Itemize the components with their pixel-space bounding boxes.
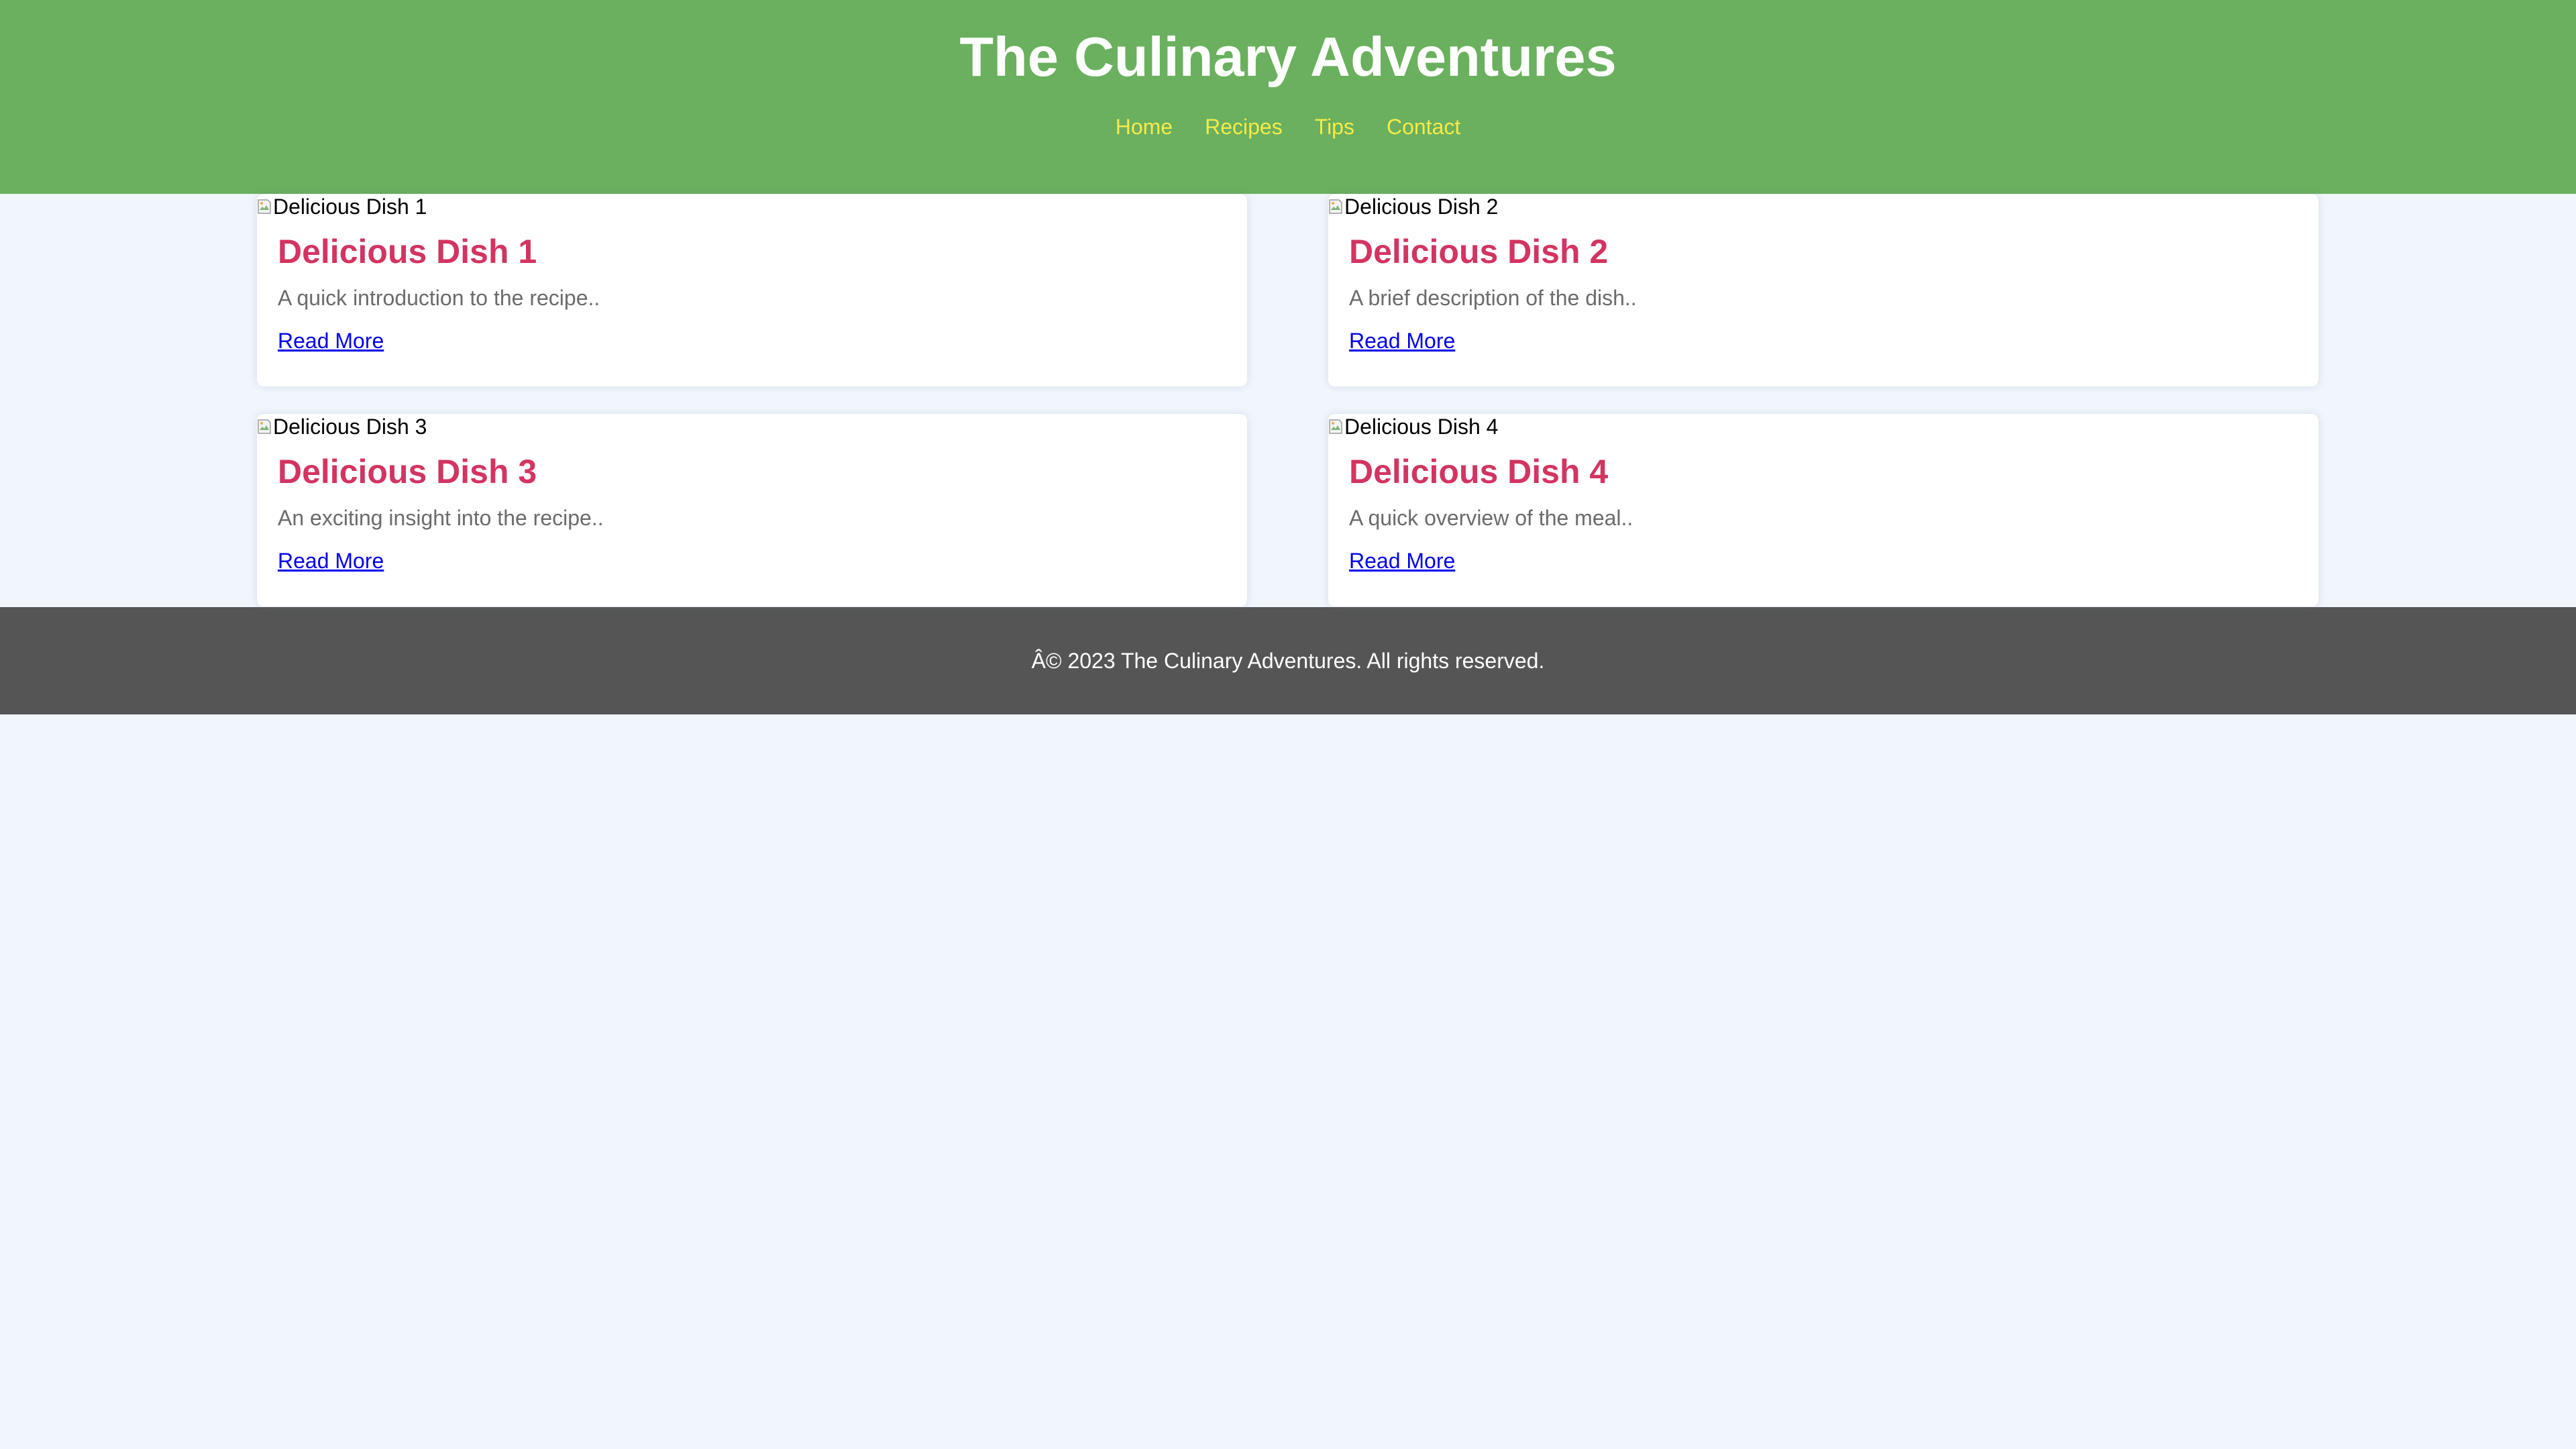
recipe-title: Delicious Dish 2 (1349, 233, 1609, 270)
nav-link-tips[interactable]: Tips (1315, 113, 1354, 140)
recipe-card-body: Delicious Dish 4 A quick overview of the… (1328, 452, 2318, 574)
recipe-title: Delicious Dish 4 (1349, 453, 1609, 490)
recipes-grid: Delicious Dish 1 Delicious Dish 1 A quic… (0, 194, 2576, 607)
site-footer: Â© 2023 The Culinary Adventures. All rig… (0, 607, 2576, 714)
site-title: The Culinary Adventures (959, 25, 1617, 88)
recipe-card-body: Delicious Dish 1 A quick introduction to… (257, 232, 1247, 354)
read-more-link[interactable]: Read More (1349, 328, 1455, 354)
recipe-image-alt: Delicious Dish 4 (1344, 415, 1499, 439)
recipe-card: Delicious Dish 3 Delicious Dish 3 An exc… (257, 414, 1247, 606)
broken-image-icon (257, 418, 272, 435)
recipe-image: Delicious Dish 4 (1328, 414, 2318, 439)
footer-copyright: Â© 2023 The Culinary Adventures. All rig… (1031, 649, 1545, 673)
broken-image-icon (1328, 198, 1343, 215)
recipe-image-alt: Delicious Dish 3 (273, 415, 427, 439)
recipe-description: An exciting insight into the recipe.. (278, 506, 604, 530)
recipe-image-alt: Delicious Dish 1 (273, 195, 427, 219)
recipe-title: Delicious Dish 1 (278, 233, 537, 270)
recipe-card-body: Delicious Dish 3 An exciting insight int… (257, 452, 1247, 574)
main-nav: Home Recipes Tips Contact (0, 113, 2576, 140)
broken-image-icon (257, 198, 272, 215)
nav-link-contact[interactable]: Contact (1387, 113, 1460, 140)
recipe-image: Delicious Dish 1 (257, 194, 1247, 219)
recipe-description: A quick introduction to the recipe.. (278, 286, 600, 310)
recipe-card: Delicious Dish 4 Delicious Dish 4 A quic… (1328, 414, 2318, 606)
read-more-link[interactable]: Read More (278, 328, 384, 354)
broken-image-icon (1328, 418, 1343, 435)
recipe-description: A brief description of the dish.. (1349, 286, 1637, 310)
recipe-image-alt: Delicious Dish 2 (1344, 195, 1499, 219)
recipe-card: Delicious Dish 1 Delicious Dish 1 A quic… (257, 194, 1247, 386)
site-header: The Culinary Adventures Home Recipes Tip… (0, 0, 2576, 194)
recipe-image: Delicious Dish 3 (257, 414, 1247, 439)
recipe-card-body: Delicious Dish 2 A brief description of … (1328, 232, 2318, 354)
recipe-image: Delicious Dish 2 (1328, 194, 2318, 219)
nav-link-home[interactable]: Home (1116, 113, 1173, 140)
read-more-link[interactable]: Read More (1349, 548, 1455, 574)
recipe-title: Delicious Dish 3 (278, 453, 537, 490)
recipe-description: A quick overview of the meal.. (1349, 506, 1633, 530)
read-more-link[interactable]: Read More (278, 548, 384, 574)
nav-link-recipes[interactable]: Recipes (1205, 113, 1283, 140)
recipe-card: Delicious Dish 2 Delicious Dish 2 A brie… (1328, 194, 2318, 386)
